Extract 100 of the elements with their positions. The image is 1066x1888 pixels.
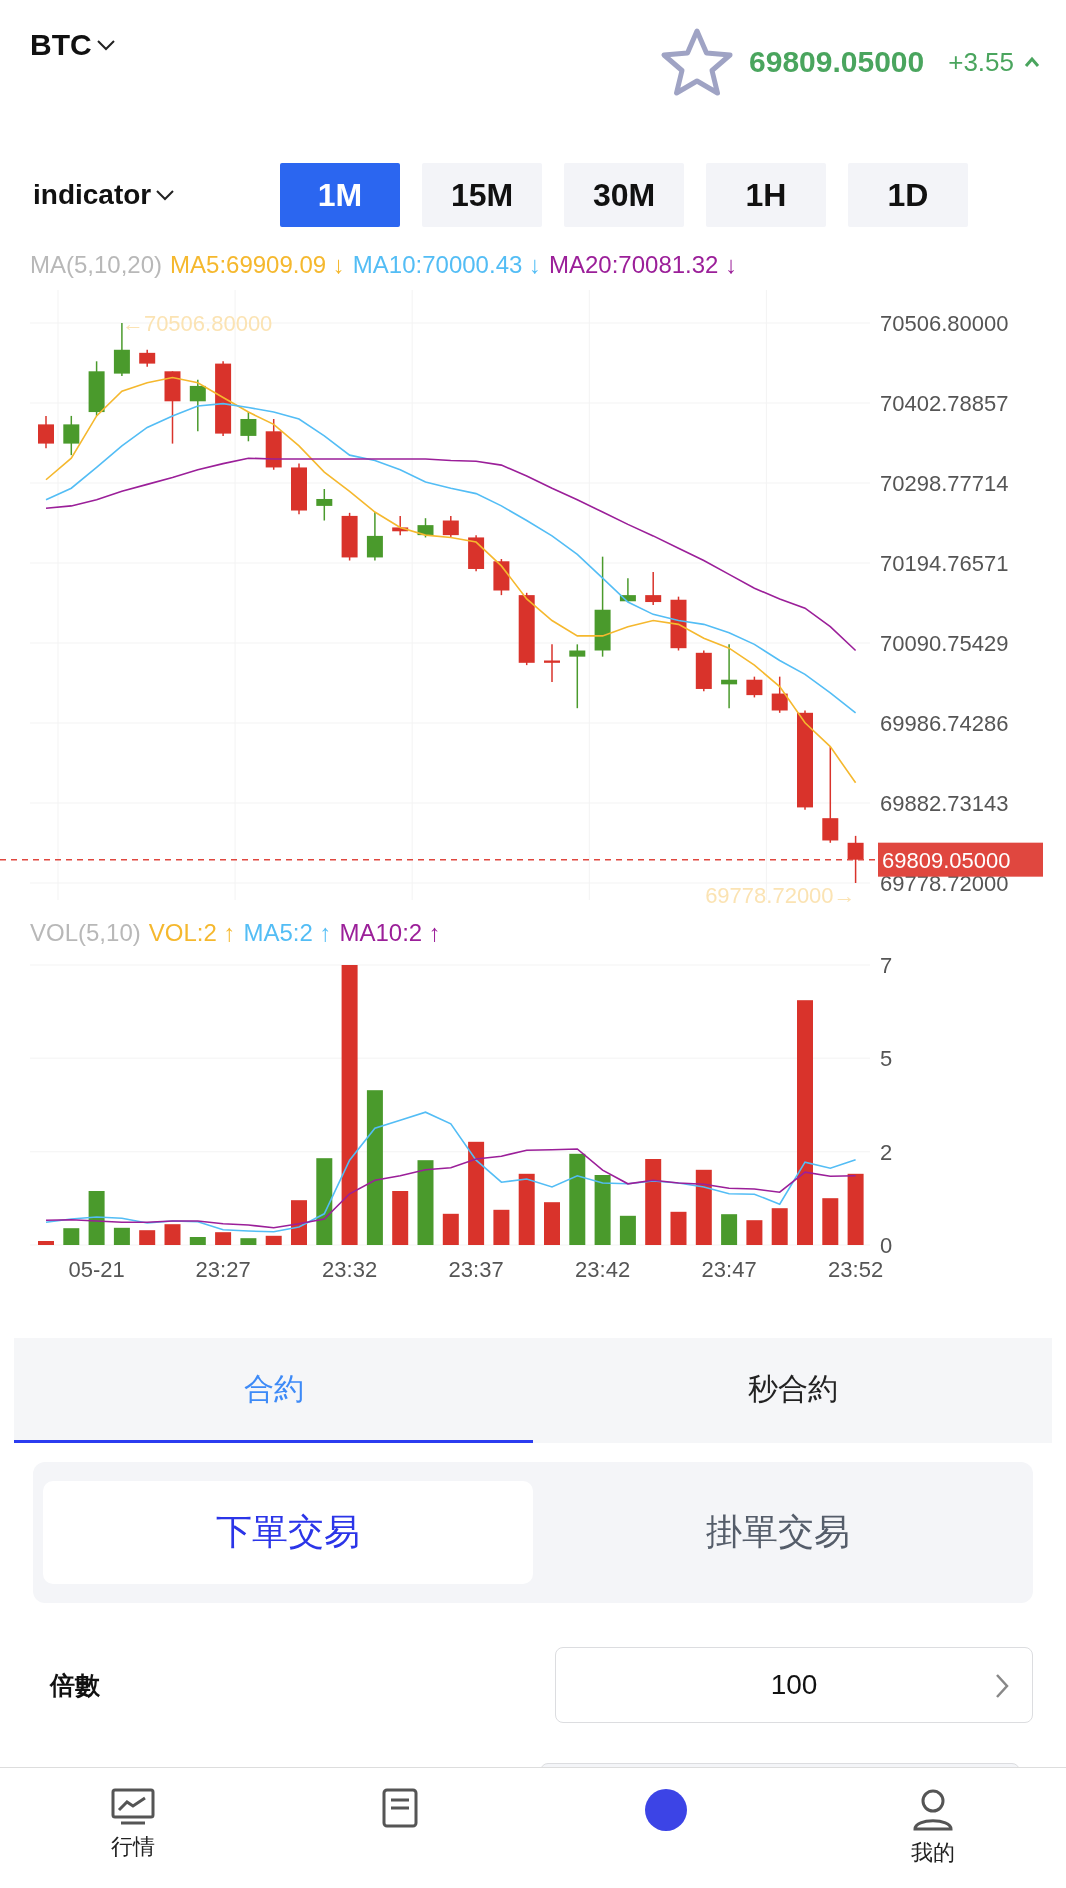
volume-bar bbox=[442, 1213, 459, 1245]
axis-label: 70402.78857 bbox=[880, 391, 1009, 416]
time-label: 23:42 bbox=[575, 1257, 631, 1282]
candlestick bbox=[366, 511, 383, 562]
volume-bar bbox=[544, 1202, 560, 1245]
document-icon bbox=[381, 1788, 418, 1828]
candlestick bbox=[291, 462, 307, 516]
axis-label: 0 bbox=[880, 1233, 893, 1258]
mode-option[interactable]: 掛單交易 bbox=[533, 1481, 1023, 1584]
candlestick bbox=[38, 415, 54, 449]
volume-bar bbox=[113, 1227, 130, 1245]
volume-bar bbox=[63, 1228, 80, 1245]
legend-label: MA10:70000.43 ↓ bbox=[352, 251, 541, 279]
field-label: 倍數 bbox=[50, 1669, 100, 1701]
volume-bar bbox=[670, 1211, 687, 1245]
candlestick bbox=[847, 835, 864, 884]
nav-item[interactable]: 行情 bbox=[0, 1768, 267, 1888]
price-change: +3.55 bbox=[948, 46, 1014, 78]
legend-label: MA(5,10,20) bbox=[30, 251, 163, 279]
volume-bar bbox=[594, 1175, 611, 1245]
legend-label: MA10:2 ↑ bbox=[339, 918, 441, 947]
axis-label: 70090.75429 bbox=[880, 631, 1009, 656]
volume-bar bbox=[822, 1198, 839, 1245]
volume-bar bbox=[38, 1241, 54, 1245]
time-label: 23:37 bbox=[448, 1257, 504, 1282]
candlestick bbox=[670, 595, 687, 652]
timeframe-tab[interactable]: 1H bbox=[706, 163, 826, 227]
volume-bar bbox=[189, 1237, 206, 1245]
axis-label: 70298.77714 bbox=[880, 471, 1009, 496]
legend-label: MA5:2 ↑ bbox=[243, 918, 332, 947]
axis-label: 69986.74286 bbox=[880, 711, 1009, 736]
volume-bar bbox=[265, 1235, 282, 1245]
min-price-marker: 69778.72000→ bbox=[705, 883, 856, 908]
candlestick bbox=[63, 415, 80, 456]
timeframe-tab[interactable]: 15M bbox=[422, 163, 542, 227]
time-label: 05-21 bbox=[68, 1257, 125, 1282]
candlestick bbox=[468, 534, 485, 573]
legend-label: VOL:2 ↑ bbox=[148, 918, 236, 947]
volume-bar bbox=[518, 1173, 535, 1245]
axis-label: 70194.76571 bbox=[880, 551, 1009, 576]
candlestick bbox=[316, 488, 333, 522]
axis-label: 7 bbox=[880, 955, 893, 978]
mode-option[interactable]: 下單交易 bbox=[43, 1481, 533, 1584]
volume-bar bbox=[164, 1224, 181, 1245]
candlestick bbox=[569, 643, 586, 709]
candlestick bbox=[240, 411, 257, 443]
axis-label: 5 bbox=[880, 1046, 893, 1072]
last-price-tag: 69809.05000 bbox=[878, 842, 1043, 877]
legend-label: VOL(5,10) bbox=[30, 918, 141, 947]
time-label: 23:47 bbox=[701, 1257, 757, 1282]
candlestick bbox=[695, 649, 712, 692]
volume-bar bbox=[493, 1209, 510, 1245]
volume-bar bbox=[215, 1232, 232, 1245]
nav-item[interactable]: 我的 bbox=[799, 1768, 1066, 1888]
volume-bar bbox=[619, 1215, 636, 1245]
volume-bar bbox=[240, 1238, 257, 1245]
chart-icon bbox=[111, 1788, 156, 1826]
candlestick bbox=[392, 515, 409, 536]
candlestick bbox=[544, 643, 560, 683]
time-label: 23:52 bbox=[828, 1257, 884, 1282]
candlestick bbox=[619, 577, 636, 603]
time-label: 23:32 bbox=[322, 1257, 378, 1282]
tab[interactable]: 秒合約 bbox=[533, 1338, 1052, 1443]
candlestick bbox=[139, 349, 156, 368]
circle-icon bbox=[644, 1788, 689, 1832]
candlestick bbox=[88, 360, 105, 417]
timeframe-tab[interactable]: 1M bbox=[280, 163, 400, 227]
axis-label: 2 bbox=[880, 1139, 893, 1165]
axis-label: 70506.80000 bbox=[880, 311, 1009, 336]
volume-bar bbox=[847, 1173, 864, 1245]
candlestick bbox=[417, 517, 434, 539]
volume-bar bbox=[392, 1191, 409, 1245]
symbol-selector[interactable]: BTC bbox=[30, 28, 116, 62]
candlestick bbox=[265, 418, 282, 471]
time-label: 23:27 bbox=[195, 1257, 251, 1282]
timeframe-tab[interactable]: 30M bbox=[564, 163, 684, 227]
timeframe-tab[interactable]: 1D bbox=[848, 163, 968, 227]
volume-bar bbox=[88, 1191, 105, 1245]
candlestick bbox=[493, 558, 510, 596]
candlestick bbox=[341, 512, 358, 562]
select-field[interactable]: 100 bbox=[555, 1647, 1033, 1723]
chevron-down-icon bbox=[155, 188, 176, 202]
volume-bar bbox=[291, 1200, 307, 1245]
ref-line-label: 69809.05000 bbox=[882, 847, 1011, 873]
chevron-right-icon bbox=[994, 1672, 1010, 1700]
candlestick bbox=[721, 643, 738, 709]
volume-bar bbox=[746, 1220, 763, 1245]
candlestick bbox=[771, 675, 788, 714]
chevron-down-icon bbox=[95, 38, 116, 52]
legend-label: MA5:69909.09 ↓ bbox=[170, 251, 345, 279]
legend-label: MA20:70081.32 ↓ bbox=[549, 251, 738, 279]
volume-bar bbox=[139, 1230, 156, 1245]
candlestick bbox=[189, 379, 206, 433]
indicator-selector[interactable]: indicator bbox=[33, 179, 280, 211]
candlestick bbox=[645, 571, 662, 606]
axis-label: 69882.73143 bbox=[880, 791, 1009, 816]
volume-bar bbox=[771, 1208, 788, 1245]
candlestick bbox=[746, 675, 763, 699]
volume-bar bbox=[721, 1214, 738, 1245]
candlestick bbox=[442, 515, 459, 539]
